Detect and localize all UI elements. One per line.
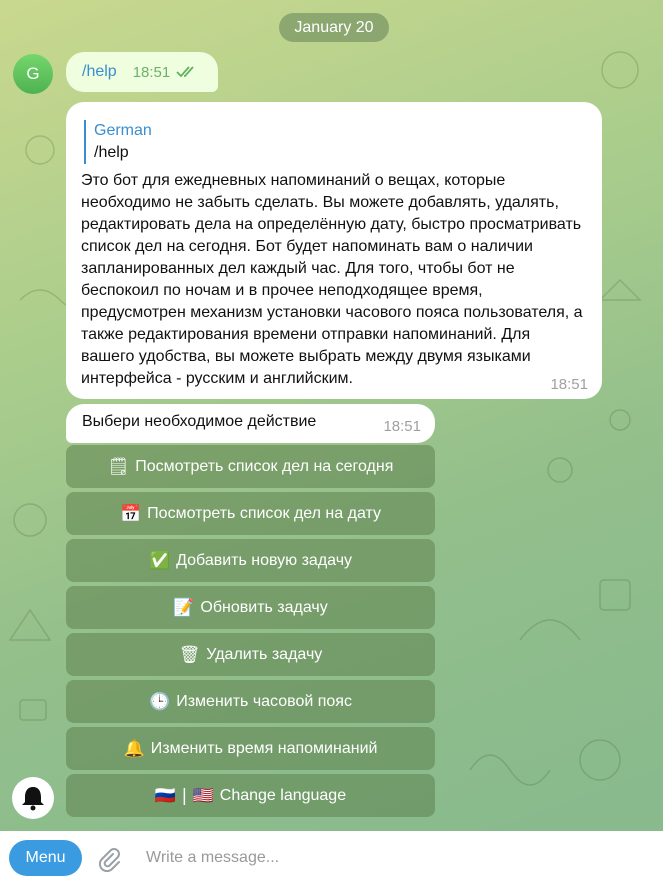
reply-author: German — [94, 122, 152, 139]
bell-icon: 🔔 — [123, 738, 145, 759]
trash-icon: 🗑 — [178, 644, 201, 665]
bot-help-text: Это бот для ежедневных напоминаний о вещ… — [81, 172, 583, 387]
user-avatar[interactable]: G — [13, 54, 53, 94]
kb-button-change-language[interactable]: 🇷🇺 | 🇺🇸 Change language — [66, 774, 435, 817]
kb-button-label: Обновить задачу — [200, 598, 328, 616]
avatar-letter: G — [26, 64, 40, 83]
kb-button-timezone[interactable]: 🕒 Изменить часовой пояс — [66, 680, 435, 723]
outgoing-message-time: 18:51 — [132, 63, 171, 81]
bot-prompt-time: 18:51 — [383, 418, 421, 435]
kb-button-add-task[interactable]: ✅ Добавить новую задачу — [66, 539, 435, 582]
kb-button-label: Изменить время напоминаний — [150, 739, 378, 757]
kb-button-label: Удалить задачу — [206, 645, 323, 663]
kb-button-update-task[interactable]: 📝 Обновить задачу — [66, 586, 435, 629]
bot-help-time: 18:51 — [550, 376, 588, 393]
kb-button-reminder-time[interactable]: 🔔 Изменить время напоминаний — [66, 727, 435, 770]
outgoing-message-text[interactable]: /help — [82, 63, 117, 81]
outgoing-message[interactable]: /help 18:51 — [66, 52, 218, 92]
kb-button-label: Добавить новую задачу — [176, 551, 353, 569]
bot-avatar[interactable] — [12, 777, 54, 819]
reply-text: /help — [94, 144, 129, 161]
kb-button-today-list[interactable]: 🗒 Посмотреть список дел на сегодня — [66, 445, 435, 488]
date-divider: January 20 — [279, 13, 389, 42]
kb-button-label: Изменить часовой пояс — [176, 692, 352, 710]
kb-button-label: Посмотреть список дел на дату — [147, 504, 381, 522]
bot-prompt-message[interactable]: Выбери необходимое действие 18:51 — [66, 404, 435, 443]
memo-icon: 📝 — [173, 597, 195, 618]
check-mark-icon: ✅ — [148, 550, 171, 571]
notepad-icon: 🗒 — [107, 456, 130, 477]
menu-button[interactable]: Menu — [9, 840, 82, 876]
flags-icon: 🇷🇺 | 🇺🇸 — [154, 785, 214, 806]
double-check-icon — [176, 65, 198, 79]
attach-icon[interactable] — [96, 846, 122, 872]
kb-button-date-list[interactable]: 📅 Посмотреть список дел на дату — [66, 492, 435, 535]
kb-button-delete-task[interactable]: 🗑 Удалить задачу — [66, 633, 435, 676]
kb-button-label: Change language — [219, 786, 347, 804]
reply-quote[interactable]: German /help — [84, 120, 152, 164]
bot-help-message[interactable]: German /help Это бот для ежедневных напо… — [66, 102, 602, 399]
calendar-icon: 📅 — [120, 503, 142, 524]
message-input[interactable]: Write a message... — [146, 849, 279, 867]
clock-icon: 🕒 — [149, 691, 171, 712]
message-input-bar: Menu Write a message... — [0, 831, 663, 885]
kb-button-label: Посмотреть список дел на сегодня — [135, 457, 394, 475]
bell-logo-icon — [22, 787, 44, 811]
bot-prompt-text: Выбери необходимое действие — [82, 413, 317, 430]
